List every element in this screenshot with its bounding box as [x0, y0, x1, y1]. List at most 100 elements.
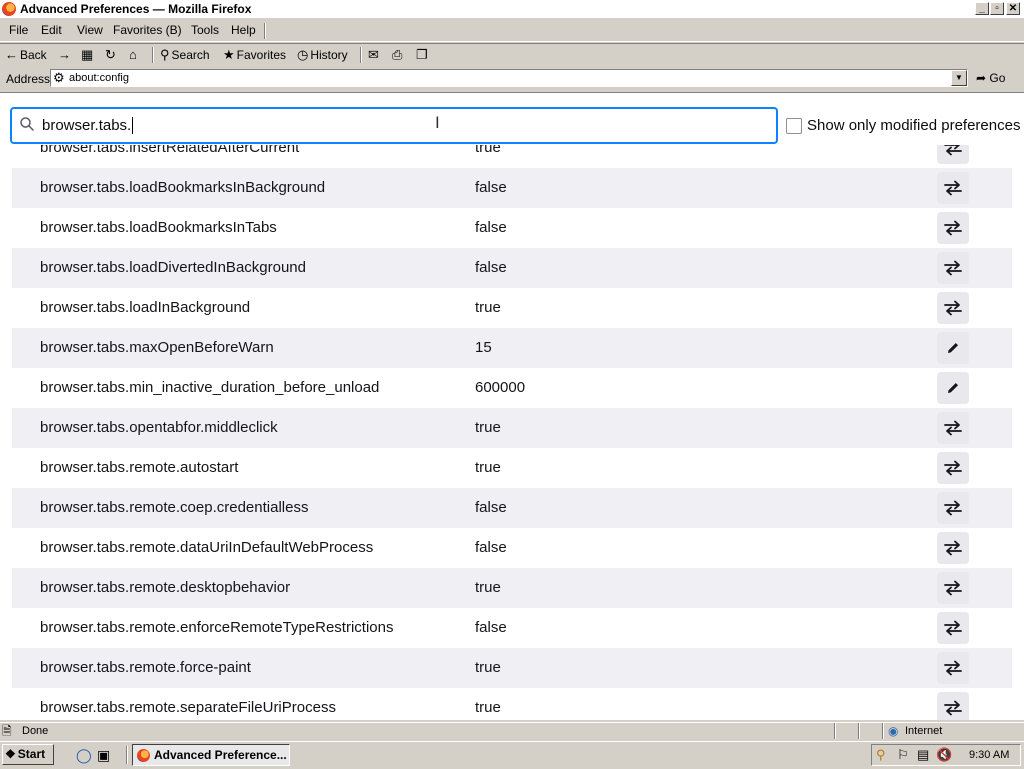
pref-value: true	[475, 699, 501, 716]
pref-value: 15	[475, 339, 492, 356]
edit-pref-button[interactable]	[937, 372, 969, 404]
back-arrow-icon: ←	[5, 47, 18, 62]
toggle-pref-button[interactable]	[937, 172, 969, 204]
menu-favorites[interactable]: Favorites (B)	[113, 23, 182, 38]
search-toolbar-label: Search	[171, 48, 210, 62]
print-button[interactable]: ⎙	[392, 46, 402, 64]
windows-button[interactable]: ❐	[416, 46, 428, 64]
magnifier-icon: ⚲	[160, 47, 170, 62]
pref-row[interactable]: browser.tabs.loadBookmarksInBackground fa…	[12, 168, 1012, 208]
security-zone: Internet	[905, 725, 943, 737]
search-query: browser.tabs.	[42, 117, 134, 134]
network-tray-icon[interactable]: ▤	[917, 747, 929, 763]
go-button[interactable]: ➦ Go	[976, 70, 1005, 87]
menu-file[interactable]: File	[9, 23, 28, 38]
toggle-pref-button[interactable]	[937, 412, 969, 444]
address-dropdown-button[interactable]: ▼	[951, 70, 967, 86]
search-toolbar-button[interactable]: ⚲ Search	[160, 46, 210, 64]
pref-row[interactable]: browser.tabs.remote.dataUriInDefaultWebP…	[12, 528, 1012, 568]
pref-value: true	[475, 419, 501, 436]
volume-muted-icon[interactable]: 🔇	[936, 747, 952, 763]
refresh-button[interactable]: ↻	[105, 46, 116, 64]
pref-name: browser.tabs.remote.desktopbehavior	[40, 579, 291, 596]
pref-row[interactable]: browser.tabs.remote.coep.credentialless f…	[12, 488, 1012, 528]
toggle-pref-button[interactable]	[937, 212, 969, 244]
scrollbar[interactable]	[1012, 145, 1024, 719]
toggle-pref-button[interactable]	[937, 612, 969, 644]
edit-pref-button[interactable]	[937, 332, 969, 364]
window-title: Advanced Preferences — Mozilla Firefox	[20, 2, 252, 16]
close-button[interactable]: ✕	[1006, 2, 1020, 15]
toggle-arrows-icon	[944, 580, 962, 596]
toggle-arrows-icon	[944, 220, 962, 236]
search-tray-icon[interactable]: ⚲	[876, 747, 886, 763]
home-button[interactable]: ⌂	[129, 46, 137, 64]
history-button[interactable]: ◷ History	[297, 46, 348, 64]
pref-value: true	[475, 299, 501, 316]
desktop-quicklaunch-icon[interactable]: ▣	[97, 746, 110, 764]
mail-button[interactable]: ✉	[368, 46, 379, 64]
address-label: Address	[6, 72, 51, 86]
back-label: Back	[20, 48, 47, 62]
pref-row[interactable]: browser.tabs.remote.desktopbehavior true	[12, 568, 1012, 608]
menu-view[interactable]: View	[77, 23, 103, 38]
toggle-pref-button[interactable]	[937, 292, 969, 324]
menu-edit[interactable]: Edit	[41, 23, 62, 38]
address-input[interactable]	[50, 69, 968, 87]
internet-globe-icon: ◉	[888, 724, 899, 738]
favorites-button[interactable]: ★ Favorites	[223, 46, 286, 64]
toggle-pref-button[interactable]	[937, 492, 969, 524]
pref-row[interactable]: browser.tabs.remote.enforceRemoteTypeRes…	[12, 608, 1012, 648]
toggle-arrows-icon	[944, 660, 962, 676]
stop-button[interactable]: ▦	[81, 46, 93, 64]
toggle-arrows-icon	[944, 260, 962, 276]
forward-arrow-icon: →	[58, 47, 71, 62]
flag-tray-icon[interactable]: ⚐	[897, 747, 909, 763]
minimize-button[interactable]: _	[975, 2, 989, 15]
pref-row[interactable]: browser.tabs.loadInBackground true	[12, 288, 1012, 328]
pref-name: browser.tabs.remote.enforceRemoteTypeRes…	[40, 619, 394, 636]
ie-quicklaunch-icon[interactable]: ◯	[76, 746, 92, 764]
pref-name: browser.tabs.remote.force-paint	[40, 659, 251, 676]
start-button[interactable]: ❖ Start	[2, 744, 54, 765]
about-config-page: browser.tabs.insertRelatedAfterCurrent tr…	[0, 92, 1024, 720]
pref-value: true	[475, 459, 501, 476]
pref-row[interactable]: browser.tabs.remote.force-paint true	[12, 648, 1012, 688]
pref-value: false	[475, 619, 507, 636]
menu-help[interactable]: Help	[231, 23, 256, 38]
pref-row[interactable]: browser.tabs.remote.autostart true	[12, 448, 1012, 488]
pref-name: browser.tabs.loadInBackground	[40, 299, 251, 316]
taskbar-window-label: Advanced Preference...	[154, 748, 287, 762]
pref-row[interactable]: browser.tabs.min_inactive_duration_befor…	[12, 368, 1012, 408]
toggle-pref-button[interactable]	[937, 692, 969, 720]
go-label: Go	[989, 71, 1006, 85]
status-text: Done	[22, 725, 49, 737]
taskbar-firefox-window[interactable]: Advanced Preference...	[132, 744, 290, 766]
status-divider	[858, 723, 860, 739]
pref-row[interactable]: browser.tabs.loadDivertedInBackground fal…	[12, 248, 1012, 288]
pref-row[interactable]: browser.tabs.opentabfor.middleclick true	[12, 408, 1012, 448]
status-divider	[834, 723, 836, 739]
toggle-pref-button[interactable]	[937, 652, 969, 684]
menu-tools[interactable]: Tools	[191, 23, 219, 38]
toggle-arrows-icon	[944, 460, 962, 476]
history-clock-icon: ◷	[297, 47, 309, 62]
forward-button[interactable]: →	[58, 46, 71, 64]
show-modified-label[interactable]: Show only modified preferences	[807, 117, 1020, 135]
pref-row[interactable]: browser.tabs.loadBookmarksInTabs false	[12, 208, 1012, 248]
toggle-pref-button[interactable]	[937, 452, 969, 484]
back-button[interactable]: ← Back	[5, 46, 47, 64]
toggle-pref-button[interactable]	[937, 572, 969, 604]
mail-icon: ✉	[368, 47, 379, 62]
toggle-pref-button[interactable]	[937, 252, 969, 284]
show-modified-checkbox[interactable]	[786, 118, 802, 134]
toggle-arrows-icon	[944, 180, 962, 196]
toggle-pref-button[interactable]	[937, 532, 969, 564]
pref-row[interactable]: browser.tabs.remote.separateFileUriProce…	[12, 688, 1012, 720]
windows-icon: ❐	[416, 47, 428, 62]
pref-name: browser.tabs.loadDivertedInBackground	[40, 259, 306, 276]
maximize-button[interactable]: ▫	[990, 2, 1004, 15]
pref-row[interactable]: browser.tabs.maxOpenBeforeWarn 15	[12, 328, 1012, 368]
address-value[interactable]: about:config	[69, 72, 129, 85]
favorites-folder-icon: ★	[223, 47, 235, 62]
